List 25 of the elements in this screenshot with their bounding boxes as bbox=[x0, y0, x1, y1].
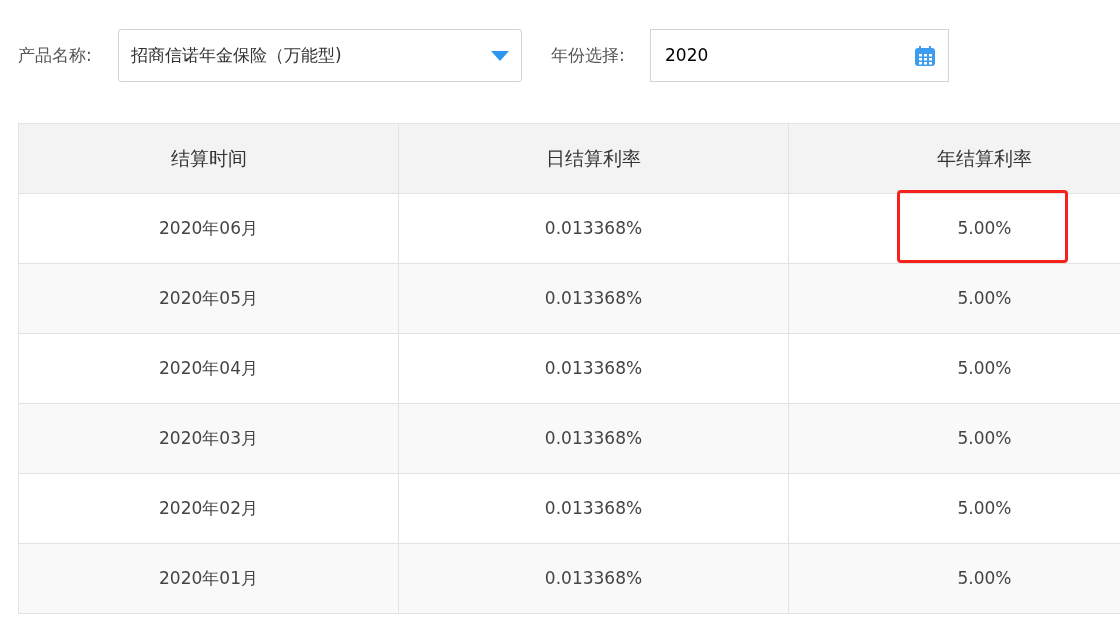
column-header: 结算时间 bbox=[170, 146, 247, 172]
table-cell-text: 2020年06月 bbox=[159, 216, 258, 240]
table-cell-text: 0.013368% bbox=[544, 286, 643, 310]
table-cell-text: 5.00% bbox=[957, 356, 1012, 380]
table-cell-text: 5.00% bbox=[957, 286, 1012, 310]
table-cell-text: 2020年03月 bbox=[159, 426, 258, 450]
column-header: 日结算利率 bbox=[546, 146, 641, 172]
table-cell-text: 0.013368% bbox=[544, 426, 643, 450]
table-cell-text: 5.00% bbox=[957, 496, 1012, 520]
table-cell-text: 0.013368% bbox=[544, 566, 643, 590]
table-cell-text: 2020年05月 bbox=[159, 286, 258, 310]
table-cell-text: 2020年04月 bbox=[159, 356, 258, 380]
table-cell-text: 5.00% bbox=[957, 566, 1012, 590]
table-cell-text: 5.00% bbox=[957, 216, 1012, 240]
year-field[interactable]: 2020 bbox=[650, 29, 949, 82]
table-cell-text: 5.00% bbox=[957, 426, 1012, 450]
table-cell-text: 0.013368% bbox=[544, 496, 643, 520]
product-select[interactable]: 招商信诺年金保险（万能型) bbox=[118, 29, 522, 82]
table-cell-text: 2020年01月 bbox=[159, 566, 258, 590]
column-header: 年结算利率 bbox=[937, 146, 1032, 172]
product-label: 产品名称: bbox=[18, 43, 93, 67]
table-cell-text: 2020年02月 bbox=[159, 496, 258, 520]
year-label: 年份选择: bbox=[551, 43, 626, 67]
table-cell-text: 0.013368% bbox=[544, 356, 643, 380]
table-cell-text: 0.013368% bbox=[544, 216, 643, 240]
